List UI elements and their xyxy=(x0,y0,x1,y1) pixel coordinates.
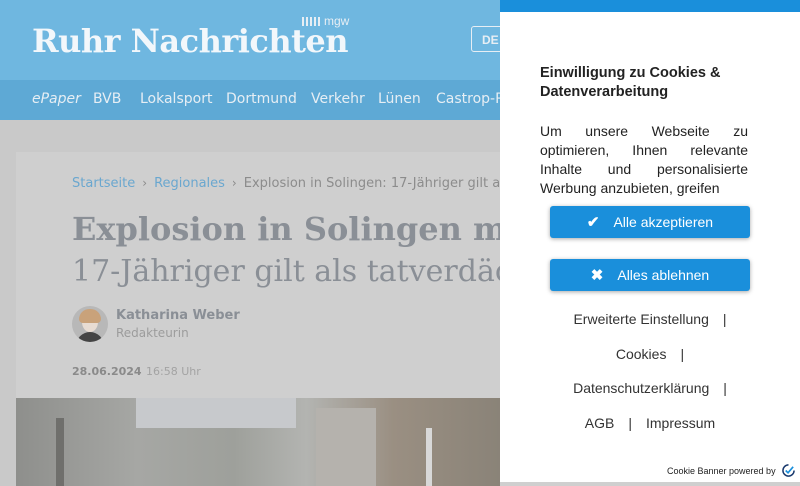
author-avatar[interactable] xyxy=(72,306,108,342)
reject-all-label: Alles ablehnen xyxy=(617,267,710,283)
mgw-logo[interactable]: mgw xyxy=(302,14,349,28)
consent-links-row-4: AGB | Impressum xyxy=(584,415,716,431)
settings-link[interactable]: Erweiterte Einstellung xyxy=(573,311,708,327)
breadcrumb-current: Explosion in Solingen: 17-Jähriger gilt … xyxy=(243,176,520,191)
breadcrumb-home[interactable]: Startseite xyxy=(72,176,135,191)
chevron-right-icon: › xyxy=(231,176,237,190)
consent-text: Um unsere Webseite zu optimieren, Ihnen … xyxy=(540,123,748,196)
mgw-icon xyxy=(302,17,322,27)
impressum-link[interactable]: Impressum xyxy=(646,415,715,431)
consent-top-bar xyxy=(500,0,800,12)
article-time: 16:58 Uhr xyxy=(146,365,201,378)
nav-item-epaper[interactable]: ePaper xyxy=(32,91,81,107)
nav-item-dortmund[interactable]: Dortmund xyxy=(226,91,297,107)
nav-item-luenen[interactable]: Lünen xyxy=(378,91,421,107)
author-name[interactable]: Katharina Weber xyxy=(116,308,240,323)
article-date: 28.06.2024 xyxy=(72,365,142,378)
cookie-consent-dialog: Einwilligung zu Cookies & Datenverarbeit… xyxy=(500,12,800,482)
agb-link[interactable]: AGB xyxy=(585,415,615,431)
article-title: Explosion in Solingen mit c xyxy=(72,210,565,248)
cookies-link[interactable]: Cookies xyxy=(616,346,667,362)
article-subtitle: 17-Jähriger gilt als tatverdäc xyxy=(72,254,512,289)
nav-item-lokalsport[interactable]: Lokalsport xyxy=(140,91,212,107)
check-icon: ✔ xyxy=(586,214,600,231)
powered-by-text: Cookie Banner powered by xyxy=(667,466,776,476)
consent-title: Einwilligung zu Cookies & Datenverarbeit… xyxy=(540,65,721,100)
accept-all-label: Alle akzeptieren xyxy=(613,214,714,230)
site-logo[interactable]: Ruhr Nachrichten xyxy=(32,22,349,60)
chevron-right-icon: › xyxy=(142,176,148,190)
mgw-label: mgw xyxy=(324,14,350,28)
cookiebot-icon xyxy=(782,464,795,477)
consent-links-row-1: Erweiterte Einstellung | xyxy=(573,311,727,327)
page-bottom-strip xyxy=(500,482,800,486)
breadcrumb: Startseite › Regionales › Explosion in Solin… xyxy=(72,176,520,191)
close-icon: ✖ xyxy=(590,267,604,284)
consent-links-row-2: Cookies | xyxy=(615,346,685,362)
nav-item-bvb[interactable]: BVB xyxy=(93,91,121,107)
reject-all-button[interactable]: ✖ Alles ablehnen xyxy=(550,259,750,291)
nav-item-verkehr[interactable]: Verkehr xyxy=(311,91,365,107)
breadcrumb-regionales[interactable]: Regionales xyxy=(154,176,225,191)
nav-item-castrop[interactable]: Castrop-R xyxy=(436,91,505,107)
article-image xyxy=(16,398,500,486)
accept-all-button[interactable]: ✔ Alle akzeptieren xyxy=(550,206,750,238)
author-role: Redakteurin xyxy=(116,326,189,340)
privacy-link[interactable]: Datenschutzerklärung xyxy=(573,380,709,396)
consent-links-row-3: Datenschutzerklärung | xyxy=(573,380,727,396)
